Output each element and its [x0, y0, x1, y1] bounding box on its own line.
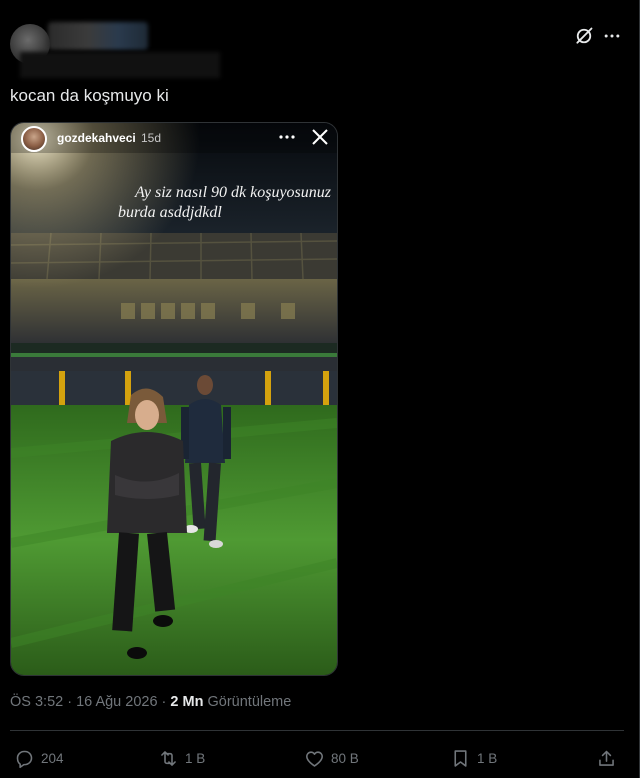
grok-icon[interactable]: [574, 26, 594, 46]
more-dots-icon: [279, 135, 295, 139]
story-username: gozdekahveci: [57, 131, 136, 145]
close-icon: [312, 129, 328, 145]
share-button[interactable]: [596, 744, 617, 772]
story-caption-line1: Ay siz nasıl 90 dk koşuyosunuz: [135, 184, 331, 201]
meta-separator: ·: [157, 694, 171, 710]
views-label: Görüntüleme: [207, 694, 292, 710]
repost-button[interactable]: 1 B: [158, 744, 205, 772]
story-age: 15d: [141, 131, 162, 145]
like-count: 80 B: [331, 750, 359, 766]
bookmark-count: 1 B: [477, 750, 498, 766]
bookmark-button[interactable]: 1 B: [450, 744, 497, 772]
like-icon: [306, 750, 323, 767]
post-detail: kocan da koşmuyo ki gozdekahveci 15d Ay …: [0, 0, 640, 778]
story-caption-line2: burda asddjdkdl: [118, 204, 222, 221]
tweet-text: kocan da koşmuyo ki: [10, 86, 169, 105]
bookmark-icon: [454, 749, 467, 767]
action-bar: 204 1 B 80 B 1 B: [0, 744, 638, 772]
repost-icon: [161, 750, 176, 766]
repost-count: 1 B: [185, 750, 206, 766]
author-name-redacted[interactable]: [48, 22, 148, 50]
more-icon[interactable]: [602, 26, 622, 46]
share-icon: [599, 750, 614, 766]
divider: [10, 730, 624, 731]
views-count: 2 Mn: [170, 694, 204, 710]
tweet-media-image[interactable]: gozdekahveci 15d Ay siz nasıl 90 dk koşu…: [10, 122, 338, 676]
reply-button[interactable]: 204: [14, 744, 64, 772]
like-button[interactable]: 80 B: [304, 744, 359, 772]
story-author-avatar: [21, 126, 47, 152]
timestamp-link[interactable]: ÖS 3:52 · 16 Ağu 2026: [10, 694, 158, 710]
post-header: [0, 0, 638, 82]
story-caption: Ay siz nasıl 90 dk koşuyosunuz burda asd…: [51, 183, 331, 223]
post-meta: ÖS 3:52 · 16 Ağu 2026 · 2 Mn Görüntüleme: [10, 694, 291, 710]
reply-count: 204: [41, 750, 64, 766]
reply-icon: [16, 750, 33, 768]
author-handle-redacted[interactable]: [20, 52, 220, 78]
